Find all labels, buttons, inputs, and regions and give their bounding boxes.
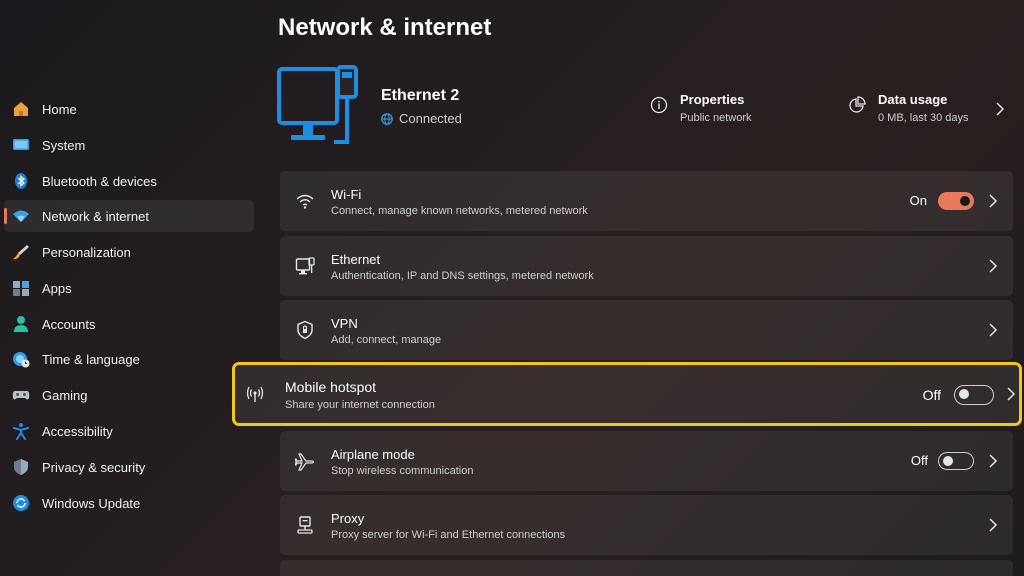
person-icon bbox=[14, 316, 28, 332]
bluetooth-icon bbox=[15, 173, 27, 189]
wifi-title: Wi-Fi bbox=[331, 187, 362, 202]
wifi-icon bbox=[296, 194, 314, 209]
connection-status-text: Connected bbox=[399, 111, 462, 126]
ethernet-title: Ethernet bbox=[331, 252, 381, 267]
proxy-title: Proxy bbox=[331, 511, 365, 526]
sidebar-item-label: Gaming bbox=[42, 387, 88, 403]
update-icon bbox=[13, 495, 29, 511]
data-usage-subtitle: 0 MB, last 30 days bbox=[878, 112, 969, 124]
sidebar-item-privacy[interactable]: Privacy & security bbox=[4, 451, 254, 483]
chevron-right-icon[interactable] bbox=[1005, 386, 1017, 402]
data-usage-link[interactable]: Data usage 0 MB, last 30 days bbox=[848, 92, 969, 124]
mobile-hotspot-title: Mobile hotspot bbox=[285, 379, 377, 395]
sidebar-item-accounts[interactable]: Accounts bbox=[4, 308, 254, 340]
vpn-title: VPN bbox=[331, 316, 358, 331]
accessibility-icon bbox=[13, 423, 29, 440]
proxy-icon bbox=[297, 516, 313, 534]
home-icon bbox=[14, 102, 28, 116]
sidebar-item-accessibility[interactable]: Accessibility bbox=[4, 415, 254, 447]
ethernet-icon bbox=[295, 257, 315, 275]
sidebar-item-label: System bbox=[42, 137, 86, 153]
chevron-right-icon[interactable] bbox=[987, 322, 999, 338]
sidebar: Home System Bluetooth & devices Network … bbox=[0, 0, 262, 576]
sidebar-item-home[interactable]: Home bbox=[4, 93, 254, 125]
sidebar-item-gaming[interactable]: Gaming bbox=[4, 379, 254, 411]
airplane-mode-subtitle: Stop wireless communication bbox=[331, 465, 474, 477]
shield-icon bbox=[14, 459, 28, 475]
sidebar-item-label: Accounts bbox=[42, 316, 96, 332]
chevron-right-icon[interactable] bbox=[987, 517, 999, 533]
properties-title: Properties bbox=[680, 92, 745, 107]
properties-link[interactable]: Properties Public network bbox=[650, 92, 752, 124]
mobile-hotspot-card[interactable]: Mobile hotspot Share your internet conne… bbox=[232, 362, 1022, 426]
hotspot-icon bbox=[246, 386, 264, 402]
ethernet-monitor-icon bbox=[277, 65, 358, 144]
chevron-right-icon[interactable] bbox=[995, 101, 1005, 117]
connection-name: Ethernet 2 bbox=[381, 87, 460, 104]
wifi-icon bbox=[13, 210, 29, 222]
gamepad-icon bbox=[12, 391, 30, 400]
mobile-hotspot-toggle[interactable] bbox=[954, 385, 994, 405]
vpn-card[interactable]: VPN Add, connect, manage bbox=[280, 300, 1013, 360]
page-title: Network & internet bbox=[278, 14, 492, 41]
sidebar-item-label: Home bbox=[42, 101, 77, 117]
airplane-icon bbox=[295, 453, 315, 471]
sidebar-item-label: Network & internet bbox=[42, 208, 149, 224]
airplane-mode-card[interactable]: Airplane mode Stop wireless communicatio… bbox=[280, 431, 1013, 491]
mobile-hotspot-subtitle: Share your internet connection bbox=[285, 399, 435, 411]
airplane-mode-title: Airplane mode bbox=[331, 447, 415, 462]
chevron-right-icon[interactable] bbox=[987, 453, 999, 469]
airplane-mode-toggle[interactable] bbox=[938, 452, 974, 470]
brush-icon bbox=[13, 245, 29, 260]
globe-clock-icon bbox=[13, 352, 30, 368]
wifi-subtitle: Connect, manage known networks, metered … bbox=[331, 205, 588, 217]
data-usage-title: Data usage bbox=[878, 92, 948, 107]
sidebar-item-label: Bluetooth & devices bbox=[42, 173, 157, 189]
apps-icon bbox=[13, 281, 29, 296]
vpn-shield-icon bbox=[297, 320, 313, 340]
wifi-card[interactable]: Wi-Fi Connect, manage known networks, me… bbox=[280, 171, 1013, 231]
sidebar-item-network[interactable]: Network & internet bbox=[4, 200, 254, 232]
sidebar-item-label: Personalization bbox=[42, 244, 131, 260]
airplane-mode-state: Off bbox=[910, 453, 928, 468]
next-card-partial[interactable] bbox=[280, 560, 1013, 576]
globe-icon bbox=[381, 112, 393, 125]
pie-chart-icon bbox=[849, 96, 866, 113]
ethernet-card[interactable]: Ethernet Authentication, IP and DNS sett… bbox=[280, 236, 1013, 296]
sidebar-item-label: Apps bbox=[42, 280, 72, 296]
sidebar-item-personalization[interactable]: Personalization bbox=[4, 236, 254, 268]
wifi-toggle[interactable] bbox=[938, 192, 974, 210]
ethernet-subtitle: Authentication, IP and DNS settings, met… bbox=[331, 270, 594, 282]
sidebar-item-label: Time & language bbox=[42, 351, 140, 367]
active-indicator bbox=[4, 208, 7, 224]
proxy-card[interactable]: Proxy Proxy server for Wi-Fi and Etherne… bbox=[280, 495, 1013, 555]
sidebar-item-label: Privacy & security bbox=[42, 459, 146, 475]
info-icon bbox=[650, 96, 668, 114]
properties-subtitle: Public network bbox=[680, 112, 752, 124]
wifi-state: On bbox=[909, 193, 927, 208]
proxy-subtitle: Proxy server for Wi-Fi and Ethernet conn… bbox=[331, 529, 566, 541]
sidebar-item-system[interactable]: System bbox=[4, 129, 254, 161]
sidebar-item-label: Accessibility bbox=[42, 423, 113, 439]
chevron-right-icon[interactable] bbox=[987, 258, 999, 274]
system-icon bbox=[13, 139, 29, 150]
sidebar-item-windows-update[interactable]: Windows Update bbox=[4, 487, 254, 519]
chevron-right-icon[interactable] bbox=[987, 193, 999, 209]
connection-status: Connected bbox=[381, 111, 462, 126]
sidebar-item-time-language[interactable]: Time & language bbox=[4, 343, 254, 375]
mobile-hotspot-state: Off bbox=[922, 387, 941, 403]
sidebar-item-bluetooth[interactable]: Bluetooth & devices bbox=[4, 165, 254, 197]
sidebar-item-apps[interactable]: Apps bbox=[4, 272, 254, 304]
vpn-subtitle: Add, connect, manage bbox=[331, 334, 442, 346]
sidebar-item-label: Windows Update bbox=[42, 495, 141, 511]
